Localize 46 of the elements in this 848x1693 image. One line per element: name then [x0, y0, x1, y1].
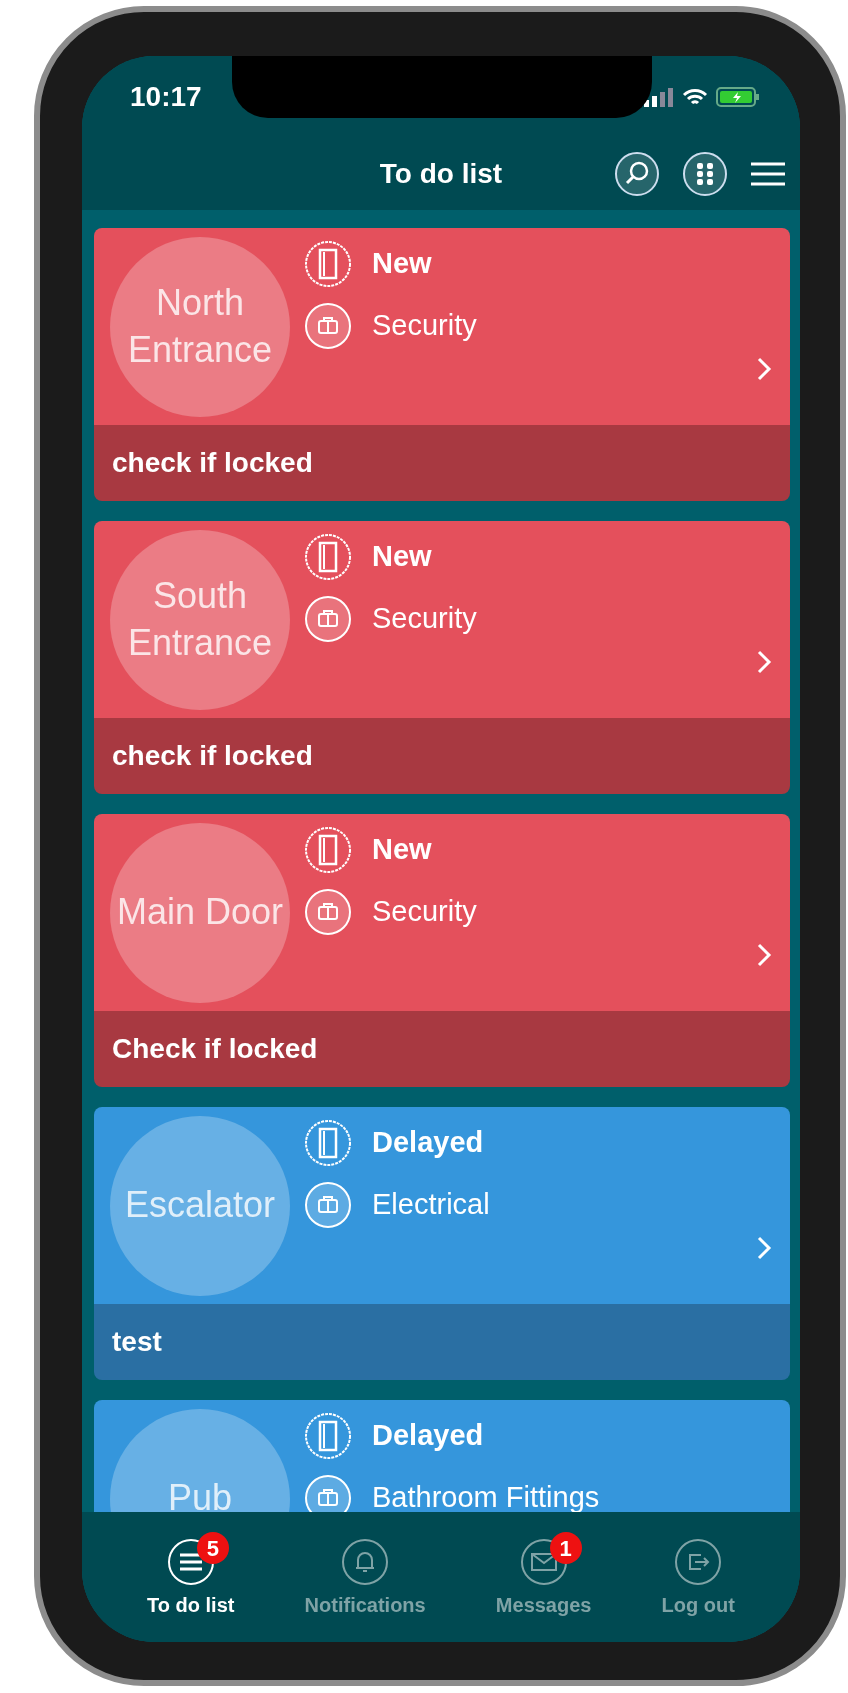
- chevron-icon: [756, 942, 772, 968]
- status-time: 10:17: [130, 80, 202, 114]
- task-status: Delayed: [372, 1125, 484, 1161]
- wifi-icon: [682, 87, 708, 107]
- task-category: Security: [372, 894, 477, 930]
- location-circle: North Entrance: [110, 236, 290, 417]
- location-circle: Escalator: [110, 1115, 290, 1296]
- tab-bar-item[interactable]: 1 Messages: [477, 1530, 610, 1642]
- chevron-icon: [756, 356, 772, 382]
- task-note: Check if locked: [112, 1032, 318, 1066]
- screen-title: To do list: [379, 157, 503, 191]
- location-circle: Main Door: [110, 822, 290, 1003]
- task-category: Security: [372, 601, 477, 637]
- task-note: check if locked: [112, 739, 313, 773]
- location-circle: South Entrance: [110, 529, 290, 710]
- task-note: check if locked: [112, 446, 313, 480]
- door-icon: [304, 1412, 352, 1460]
- signal-icon: [644, 87, 674, 107]
- door-icon: [304, 240, 352, 288]
- chevron-icon: [756, 649, 772, 675]
- task-category: Security: [372, 308, 477, 344]
- search-icon[interactable]: [614, 151, 660, 197]
- briefcase-icon: [304, 1181, 352, 1229]
- logout-icon: [674, 1538, 723, 1586]
- briefcase-icon: [304, 888, 352, 936]
- door-icon: [304, 826, 352, 874]
- grid-icon[interactable]: [682, 151, 728, 197]
- task-status: New: [372, 246, 432, 282]
- task-status: New: [372, 539, 432, 575]
- task-status: New: [372, 832, 432, 868]
- count-badge: 1: [549, 1532, 582, 1564]
- door-icon: [304, 1119, 352, 1167]
- bell-icon: [341, 1538, 390, 1586]
- task-status: Delayed: [372, 1418, 484, 1454]
- battery-icon: [716, 86, 760, 108]
- briefcase-icon: [304, 302, 352, 350]
- briefcase-icon: [304, 1474, 352, 1512]
- door-icon: [304, 533, 352, 581]
- task-note: test: [112, 1325, 162, 1359]
- task-category: Electrical: [372, 1187, 490, 1223]
- count-badge: 5: [196, 1532, 229, 1564]
- tab-bar-item[interactable]: Log out: [643, 1530, 753, 1642]
- tab-bar-item[interactable]: Notifications: [286, 1530, 444, 1642]
- briefcase-icon: [304, 595, 352, 643]
- tab-bar-item[interactable]: 5 To do list: [129, 1530, 253, 1642]
- chevron-icon: [756, 1235, 772, 1261]
